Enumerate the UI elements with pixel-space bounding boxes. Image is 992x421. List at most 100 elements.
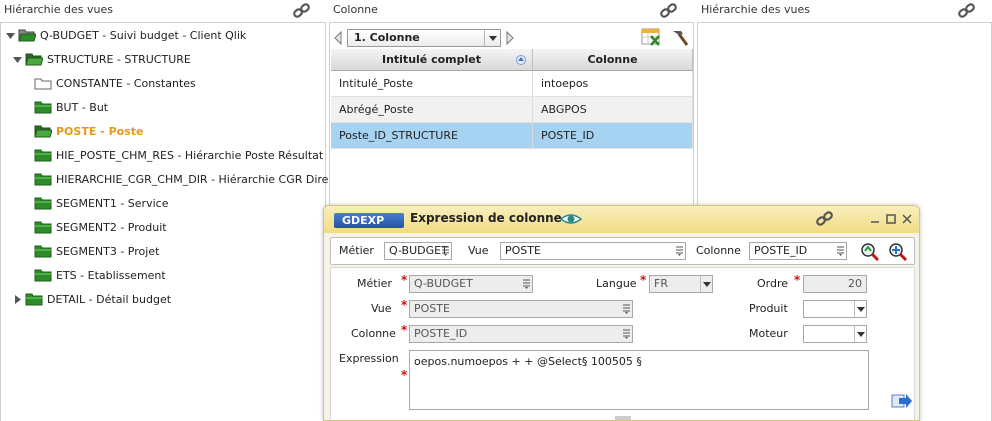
link-icon[interactable] bbox=[659, 2, 679, 20]
list-icon[interactable] bbox=[442, 246, 449, 256]
link-icon[interactable] bbox=[292, 2, 312, 20]
tree-item[interactable]: ETS - Etablissement bbox=[34, 266, 166, 284]
tree-item-label: ETS - Etablissement bbox=[56, 268, 166, 282]
form-metier-input[interactable]: Q-BUDGET bbox=[409, 275, 533, 293]
search-refresh-icon[interactable] bbox=[859, 241, 881, 263]
tree-item[interactable]: HIERARCHIE_CGR_CHM_DIR - Hiérarchie CGR … bbox=[34, 170, 356, 188]
filter-metier-input[interactable]: Q-BUDGET bbox=[384, 242, 452, 260]
excel-export-icon[interactable] bbox=[641, 27, 663, 47]
expand-down-icon[interactable] bbox=[6, 31, 15, 40]
tree-item[interactable]: Q-BUDGET - Suivi budget - Client Qlik bbox=[6, 26, 246, 44]
form-moteur-label: Moteur bbox=[749, 327, 788, 340]
tree-item-label: POSTE - Poste bbox=[56, 124, 144, 138]
dialog-titlebar[interactable]: GDEXP Expression de colonne bbox=[324, 206, 919, 233]
grid-rows: Intitulé_Poste intoepos Abrégé_Poste ABGPOS… bbox=[331, 71, 693, 149]
grid-header-colonne[interactable]: Colonne bbox=[533, 49, 693, 71]
chevron-down-icon[interactable] bbox=[484, 30, 500, 46]
folder-icon bbox=[34, 269, 52, 282]
form-langue-label: Langue bbox=[596, 277, 637, 290]
folder-icon bbox=[34, 245, 52, 258]
tree-item-label: STRUCTURE - STRUCTURE bbox=[47, 52, 191, 66]
resize-grip-icon[interactable] bbox=[615, 415, 631, 421]
grid-header-intitule[interactable]: Intitulé complet bbox=[331, 49, 533, 71]
right-panel-header: Hiérarchie des vues bbox=[697, 0, 992, 22]
expand-right-icon[interactable] bbox=[13, 294, 22, 304]
form-expression-label: Expression bbox=[339, 352, 399, 365]
table-cell: ABGPOS bbox=[533, 97, 693, 122]
form-langue-select[interactable]: FR bbox=[649, 275, 713, 293]
close-icon[interactable] bbox=[902, 214, 912, 224]
chevron-down-icon[interactable] bbox=[854, 326, 866, 342]
tree-item-label: BUT - But bbox=[56, 100, 109, 114]
minimize-icon[interactable] bbox=[870, 214, 880, 224]
table-cell: POSTE_ID bbox=[533, 123, 693, 148]
tree-item[interactable]: CONSTANTE - Constantes bbox=[34, 74, 196, 92]
form-colonne-input[interactable]: POSTE_ID bbox=[409, 325, 633, 343]
form-metier-label: Métier bbox=[357, 277, 392, 290]
filter-colonne-input[interactable]: POSTE_ID bbox=[749, 242, 847, 260]
tree-item[interactable]: DETAIL - Détail budget bbox=[13, 290, 171, 308]
tree-item[interactable]: SEGMENT1 - Service bbox=[34, 194, 168, 212]
chevron-down-icon[interactable] bbox=[700, 276, 712, 292]
right-panel-title: Hiérarchie des vues bbox=[701, 3, 810, 16]
list-icon[interactable] bbox=[523, 279, 530, 289]
table-row[interactable]: Intitulé_Poste intoepos bbox=[331, 71, 693, 97]
view-tree: Q-BUDGET - Suivi budget - Client Qlik STR… bbox=[0, 22, 356, 421]
folder-empty-icon bbox=[34, 78, 52, 90]
dialog-form: Métier * Q-BUDGET Langue * FR Ordre * 20… bbox=[330, 267, 915, 421]
column-selector-value: 1. Colonne bbox=[354, 31, 420, 44]
maximize-icon[interactable] bbox=[886, 214, 896, 224]
tree-item-label: HIERARCHIE_CGR_CHM_DIR - Hiérarchie CGR … bbox=[56, 172, 356, 186]
forward-arrow-icon[interactable] bbox=[891, 392, 913, 410]
sort-up-icon[interactable] bbox=[516, 55, 526, 65]
form-expression-textarea[interactable]: oepos.numoepos + + @Select§ 100505 § bbox=[409, 350, 869, 410]
required-marker: * bbox=[401, 323, 408, 337]
column-nav-bar: 1. Colonne bbox=[330, 27, 693, 49]
grid-header: Intitulé complet Colonne bbox=[331, 49, 693, 71]
tree-item-label: SEGMENT1 - Service bbox=[56, 196, 169, 210]
tree-item[interactable]: STRUCTURE - STRUCTURE bbox=[13, 50, 191, 68]
list-icon[interactable] bbox=[837, 246, 844, 256]
tree-item[interactable]: HIE_POSTE_CHM_RES - Hiérarchie Poste Rés… bbox=[34, 146, 323, 164]
required-marker: * bbox=[401, 273, 408, 287]
form-vue-input[interactable]: POSTE bbox=[409, 300, 633, 318]
prev-arrow-icon[interactable] bbox=[333, 31, 343, 45]
filter-vue-input[interactable]: POSTE bbox=[500, 242, 686, 260]
form-produit-select[interactable] bbox=[803, 300, 867, 318]
table-row[interactable]: Poste_ID_STRUCTURE POSTE_ID bbox=[331, 123, 693, 149]
form-moteur-select[interactable] bbox=[803, 325, 867, 343]
table-cell: intoepos bbox=[533, 71, 693, 96]
chevron-down-icon[interactable] bbox=[854, 301, 866, 317]
search-add-icon[interactable] bbox=[887, 241, 909, 263]
dialog-filter-bar: Métier Q-BUDGET Vue POSTE Colonne POSTE_… bbox=[330, 237, 915, 265]
table-row[interactable]: Abrégé_Poste ABGPOS bbox=[331, 97, 693, 123]
required-marker: * bbox=[794, 273, 801, 287]
column-selector[interactable]: 1. Colonne bbox=[347, 29, 501, 47]
tree-item[interactable]: POSTE - Poste bbox=[34, 122, 143, 140]
tree-item[interactable]: SEGMENT2 - Produit bbox=[34, 218, 167, 236]
next-arrow-icon[interactable] bbox=[505, 31, 515, 45]
column-panel-header: Colonne bbox=[329, 0, 694, 22]
filter-vue-label: Vue bbox=[468, 244, 489, 257]
required-marker: * bbox=[640, 273, 647, 287]
form-ordre-input[interactable]: 20 bbox=[803, 275, 867, 293]
list-icon[interactable] bbox=[623, 329, 630, 339]
list-icon[interactable] bbox=[623, 304, 630, 314]
folder-open-icon bbox=[34, 125, 52, 138]
expand-down-icon[interactable] bbox=[13, 55, 22, 64]
table-cell: Abrégé_Poste bbox=[331, 97, 533, 122]
link-icon[interactable] bbox=[957, 2, 977, 20]
eye-icon[interactable] bbox=[560, 211, 582, 227]
tree-item[interactable]: BUT - But bbox=[34, 98, 108, 116]
dialog-title: Expression de colonne bbox=[410, 211, 562, 225]
link-icon[interactable] bbox=[815, 210, 835, 228]
dialog-code-badge: GDEXP bbox=[334, 213, 404, 228]
left-panel-header: Hiérarchie des vues bbox=[0, 0, 326, 22]
folder-icon bbox=[34, 173, 52, 186]
app-root: Hiérarchie des vues Q-BUDGET - Suivi bud… bbox=[0, 0, 992, 421]
tree-item[interactable]: SEGMENT3 - Projet bbox=[34, 242, 159, 260]
form-ordre-label: Ordre bbox=[757, 277, 789, 290]
hammer-icon[interactable] bbox=[669, 27, 691, 47]
folder-icon bbox=[34, 149, 52, 162]
list-icon[interactable] bbox=[676, 246, 683, 256]
